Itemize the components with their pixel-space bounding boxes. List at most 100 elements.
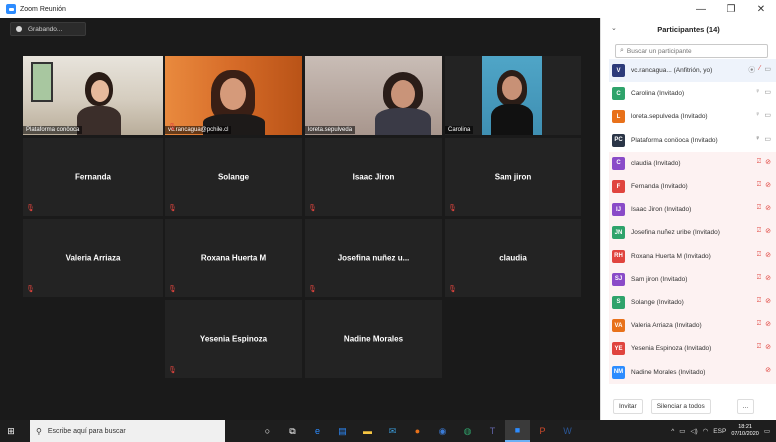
camera-off-icon[interactable]: ⊘ [765, 320, 771, 328]
mail-icon[interactable]: ✉ [380, 420, 405, 442]
app-icon[interactable]: ◉ [430, 420, 455, 442]
close-button[interactable]: ✕ [746, 0, 776, 18]
muted-mic-icon: 🎙 [168, 205, 177, 212]
video-tile[interactable]: Plataforma conöoca [23, 56, 163, 135]
minimize-button[interactable]: — [686, 0, 716, 18]
taskbar-search[interactable]: ⚲ Escribe aquí para buscar [30, 420, 225, 442]
camera-icon[interactable]: ▭ [764, 65, 771, 75]
participant-name: Valeria Arriaza (Invitado) [631, 322, 702, 330]
camera-off-icon[interactable]: ⊘ [765, 366, 771, 374]
teams-icon[interactable]: T [480, 420, 505, 442]
mic-icon[interactable]: ♀ [755, 88, 760, 96]
participant-tile[interactable]: Isaac Jiron 🎙 [305, 138, 442, 216]
person-body [375, 108, 431, 135]
maximize-button[interactable]: ❐ [716, 0, 746, 18]
muted-mic-icon[interactable]: ⍁ [757, 204, 761, 212]
edge-icon[interactable]: e [305, 420, 330, 442]
participant-tile[interactable]: Valeria Arriaza 🎙 [23, 219, 163, 297]
muted-mic-icon[interactable]: ⍁ [757, 297, 761, 305]
more-button[interactable]: ... [736, 398, 755, 414]
task-view-icon[interactable]: ⧉ [280, 420, 305, 442]
volume-icon[interactable]: ◁) [690, 427, 697, 435]
muted-mic-icon[interactable]: ⁄ [759, 65, 760, 75]
participant-row[interactable]: S Solange (Invitado) ⍁ ⊘ [609, 290, 776, 315]
muted-mic-icon[interactable]: ⍁ [757, 181, 761, 189]
camera-icon[interactable]: ▭ [764, 88, 771, 96]
camera-off-icon[interactable]: ⊘ [765, 204, 771, 212]
participant-tile[interactable]: Yesenia Espinoza 🎙 [165, 300, 302, 378]
firefox-icon[interactable]: ● [405, 420, 430, 442]
participant-name: Solange (Invitado) [631, 298, 684, 306]
muted-mic-icon[interactable]: ⍁ [757, 251, 761, 259]
camera-icon[interactable]: ▭ [764, 135, 771, 143]
notifications-icon[interactable]: ▭ [764, 427, 770, 435]
camera-off-icon[interactable]: ⊘ [765, 158, 771, 166]
chevron-down-icon[interactable]: ⌄ [611, 24, 617, 32]
person-face [502, 76, 522, 100]
participant-search-input[interactable] [626, 47, 757, 55]
person-face [220, 78, 246, 110]
participant-tile[interactable]: Nadine Morales [305, 300, 442, 378]
video-tile[interactable]: vc.rancagua@pchile.cl 🎙 [165, 56, 302, 135]
mic-active-icon[interactable]: ♀ [755, 135, 760, 143]
mic-icon[interactable]: ⦿ [748, 65, 755, 75]
participant-row[interactable]: RH Roxana Huerta M (Invitado) ⍁ ⊘ [609, 244, 776, 268]
invite-button[interactable]: Invitar [613, 398, 643, 414]
participant-tile[interactable]: Roxana Huerta M 🎙 [165, 219, 302, 297]
zoom-window: Zoom Reunión — ❐ ✕ Grabando... Plataform… [0, 0, 776, 420]
cortana-icon[interactable]: ○ [255, 420, 280, 442]
video-tile[interactable]: loreta.sepulveda [305, 56, 442, 135]
participant-row[interactable]: V vc.rancagua... (Anfitrión, yo) ⦿ ⁄ ▭ [609, 59, 776, 83]
participant-row[interactable]: VA Valeria Arriaza (Invitado) ⍁ ⊘ [609, 314, 776, 338]
participant-tile[interactable]: Solange 🎙 [165, 138, 302, 216]
participant-name: Valeria Arriaza [65, 253, 121, 263]
camera-off-icon[interactable]: ⊘ [765, 274, 771, 282]
calendar-icon[interactable]: ▤ [330, 420, 355, 442]
zoom-taskbar-icon[interactable]: ■ [505, 420, 530, 442]
participant-row[interactable]: L loreta.sepulveda (Invitado) ♀ ▭ [609, 105, 776, 128]
language-indicator[interactable]: ESP [713, 428, 726, 435]
camera-off-icon[interactable]: ⊘ [765, 297, 771, 305]
clock[interactable]: 18:21 07/10/2020 [731, 424, 759, 438]
participant-row[interactable]: NM Nadine Morales (Invitado) ⊘ [609, 360, 776, 384]
participant-row[interactable]: JN Josefina nuñez uribe (Invitado) ⍁ ⊘ [609, 221, 776, 245]
participant-tile[interactable]: claudia 🎙 [445, 219, 581, 297]
participant-row[interactable]: IJ Isaac Jiron (Invitado) ⍁ ⊘ [609, 198, 776, 222]
muted-mic-icon[interactable]: ⍁ [757, 343, 761, 351]
file-explorer-icon[interactable]: ▬ [355, 420, 380, 442]
participant-row[interactable]: YE Yesenia Espinoza (Invitado) ⍁ ⊘ [609, 337, 776, 361]
participant-status: ⍁ ⊘ [757, 227, 771, 235]
windows-start-icon[interactable]: ⊞ [0, 420, 22, 442]
avatar: NM [612, 365, 625, 379]
participant-row[interactable]: PC Plataforma conöoca (Invitado) ♀ ▭ [609, 129, 776, 152]
mute-all-button[interactable]: Silenciar a todos [650, 398, 711, 414]
participant-tile[interactable]: Josefina nuñez u... 🎙 [305, 219, 442, 297]
camera-icon[interactable]: ▭ [764, 111, 771, 119]
camera-off-icon[interactable]: ⊘ [765, 227, 771, 235]
camera-off-icon[interactable]: ⊘ [765, 343, 771, 351]
participant-list: V vc.rancagua... (Anfitrión, yo) ⦿ ⁄ ▭ C C… [609, 59, 776, 384]
participant-row[interactable]: F Fernanda (Invitado) ⍁ ⊘ [609, 174, 776, 199]
participant-tile[interactable]: Fernanda 🎙 [23, 138, 163, 216]
participant-row[interactable]: SJ Sam jiron (Invitado) ⍁ ⊘ [609, 267, 776, 291]
participant-tile[interactable]: Sam jiron 🎙 [445, 138, 581, 216]
muted-mic-icon[interactable]: ⍁ [757, 158, 761, 166]
muted-mic-icon[interactable]: ⍁ [757, 227, 761, 235]
video-tile[interactable]: Carolina [445, 56, 581, 135]
muted-mic-icon[interactable]: ⍁ [757, 274, 761, 282]
participant-search[interactable]: ⌕ [615, 44, 768, 58]
camera-off-icon[interactable]: ⊘ [765, 181, 771, 189]
word-icon[interactable]: W [555, 420, 580, 442]
mic-icon[interactable]: ♀ [755, 111, 760, 119]
recording-indicator[interactable]: Grabando... [10, 22, 86, 36]
participant-row[interactable]: C Carolina (Invitado) ♀ ▭ [609, 82, 776, 105]
powerpoint-icon[interactable]: P [530, 420, 555, 442]
wifi-icon[interactable]: ◠ [703, 427, 709, 435]
muted-mic-icon[interactable]: ⍁ [757, 320, 761, 328]
battery-icon[interactable]: ▭ [679, 427, 685, 435]
camera-off-icon[interactable]: ⊘ [765, 251, 771, 259]
participant-row[interactable]: C claudia (Invitado) ⍁ ⊘ [609, 151, 776, 175]
panel-footer: Invitar Silenciar a todos ... [601, 392, 776, 420]
chrome-icon[interactable]: ◍ [455, 420, 480, 442]
chevron-up-icon[interactable]: ^ [671, 428, 674, 435]
